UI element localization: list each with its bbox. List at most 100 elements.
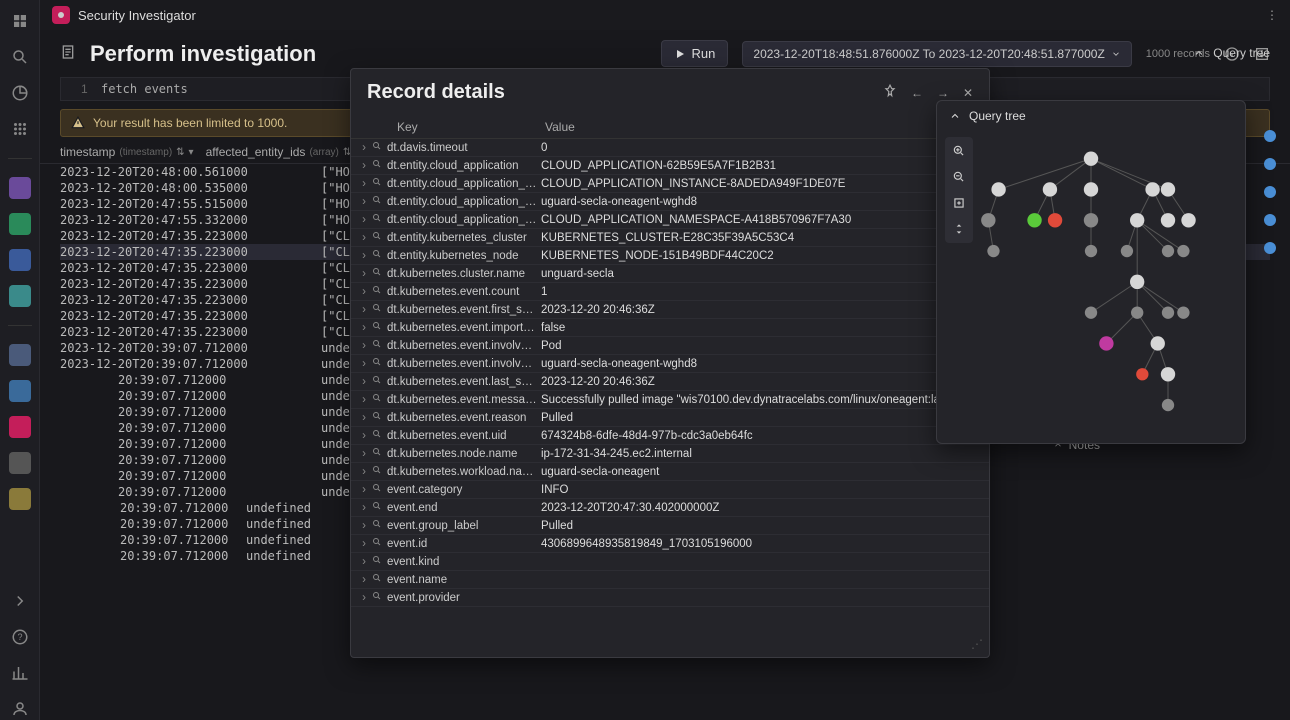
filter-icon[interactable] <box>371 302 387 317</box>
filter-icon[interactable] <box>371 428 387 443</box>
filter-icon[interactable] <box>371 248 387 263</box>
expand-row-icon[interactable]: › <box>357 592 371 604</box>
detail-row[interactable]: ›dt.kubernetes.event.involved_o...uguard… <box>351 355 989 373</box>
filter-icon[interactable] <box>371 338 387 353</box>
expand-icon[interactable] <box>9 590 31 612</box>
detail-row[interactable]: ›dt.kubernetes.event.messageSuccessfully… <box>351 391 989 409</box>
detail-row[interactable]: ›dt.entity.cloud_application_ins...CLOUD… <box>351 175 989 193</box>
query-tree-graph[interactable] <box>937 131 1245 443</box>
expand-row-icon[interactable]: › <box>357 412 371 424</box>
col-affected-entity[interactable]: affected_entity_ids (array) ⇅▾ <box>206 145 361 159</box>
filter-icon[interactable] <box>371 176 387 191</box>
user-icon[interactable] <box>9 698 31 720</box>
filter-icon[interactable] <box>371 410 387 425</box>
detail-row[interactable]: ›dt.kubernetes.cluster.nameunguard-secla <box>351 265 989 283</box>
detail-row[interactable]: ›dt.kubernetes.event.count1 <box>351 283 989 301</box>
filter-icon[interactable] <box>371 590 387 605</box>
app-shortcut-1[interactable] <box>9 177 31 199</box>
expand-row-icon[interactable]: › <box>357 448 371 460</box>
zoom-out-icon[interactable] <box>947 165 971 189</box>
detail-row[interactable]: ›event.name <box>351 571 989 589</box>
app-shortcut-4[interactable] <box>9 285 31 307</box>
detail-row[interactable]: ›dt.kubernetes.event.uid674324b8-6dfe-48… <box>351 427 989 445</box>
col-timestamp[interactable]: timestamp (timestamp) ⇅▾ <box>60 145 194 159</box>
detail-row[interactable]: ›event.end2023-12-20T20:47:30.402000000Z <box>351 499 989 517</box>
filter-icon[interactable] <box>371 212 387 227</box>
dashboard-icon[interactable] <box>9 82 31 104</box>
detail-row[interactable]: ›dt.kubernetes.event.first_seen2023-12-2… <box>351 301 989 319</box>
filter-icon[interactable] <box>371 284 387 299</box>
resize-handle-icon[interactable]: ⋰ <box>971 637 983 651</box>
prev-icon[interactable]: ← <box>911 86 923 100</box>
expand-row-icon[interactable]: › <box>357 196 371 208</box>
detail-row[interactable]: ›dt.entity.cloud_application_ins...uguar… <box>351 193 989 211</box>
expand-row-icon[interactable]: › <box>357 214 371 226</box>
expand-row-icon[interactable]: › <box>357 358 371 370</box>
expand-row-icon[interactable]: › <box>357 556 371 568</box>
close-icon[interactable]: ✕ <box>963 86 973 100</box>
run-button[interactable]: Run <box>661 40 729 67</box>
app-shortcut-3[interactable] <box>9 249 31 271</box>
detail-row[interactable]: ›dt.entity.kubernetes_nodeKUBERNETES_NOD… <box>351 247 989 265</box>
next-icon[interactable]: → <box>937 86 949 100</box>
expand-row-icon[interactable]: › <box>357 160 371 172</box>
expand-row-icon[interactable]: › <box>357 178 371 190</box>
filter-icon[interactable] <box>371 194 387 209</box>
expand-row-icon[interactable]: › <box>357 268 371 280</box>
filter-icon[interactable] <box>371 446 387 461</box>
help-icon[interactable]: ? <box>9 626 31 648</box>
more-icon[interactable]: ⋮ <box>1266 8 1278 22</box>
fit-icon[interactable] <box>947 191 971 215</box>
expand-row-icon[interactable]: › <box>357 286 371 298</box>
detail-row[interactable]: ›dt.kubernetes.event.involved_o...Pod <box>351 337 989 355</box>
filter-icon[interactable] <box>371 554 387 569</box>
filter-icon[interactable] <box>371 482 387 497</box>
filter-icon[interactable] <box>371 500 387 515</box>
filter-icon[interactable] <box>371 266 387 281</box>
expand-row-icon[interactable]: › <box>357 520 371 532</box>
expand-row-icon[interactable]: › <box>357 304 371 316</box>
filter-icon[interactable] <box>371 140 387 155</box>
expand-row-icon[interactable]: › <box>357 142 371 154</box>
detail-row[interactable]: ›dt.kubernetes.event.last_seen2023-12-20… <box>351 373 989 391</box>
expand-row-icon[interactable]: › <box>357 340 371 352</box>
zoom-in-icon[interactable] <box>947 139 971 163</box>
filter-icon[interactable] <box>371 518 387 533</box>
filter-icon[interactable] <box>371 374 387 389</box>
detail-row[interactable]: ›dt.kubernetes.event.importantfalse <box>351 319 989 337</box>
pin-icon[interactable] <box>883 84 897 101</box>
filter-icon[interactable] <box>371 230 387 245</box>
search-icon[interactable] <box>9 46 31 68</box>
detail-row[interactable]: ›event.provider <box>351 589 989 607</box>
app-shortcut-6[interactable] <box>9 380 31 402</box>
expand-row-icon[interactable]: › <box>357 538 371 550</box>
expand-row-icon[interactable]: › <box>357 430 371 442</box>
apps-icon[interactable] <box>9 118 31 140</box>
collapse-icon[interactable] <box>947 217 971 241</box>
expand-row-icon[interactable]: › <box>357 484 371 496</box>
detail-row[interactable]: ›dt.entity.kubernetes_clusterKUBERNETES_… <box>351 229 989 247</box>
expand-row-icon[interactable]: › <box>357 250 371 262</box>
app-shortcut-7[interactable] <box>9 416 31 438</box>
app-shortcut-2[interactable] <box>9 213 31 235</box>
expand-row-icon[interactable]: › <box>357 574 371 586</box>
expand-row-icon[interactable]: › <box>357 322 371 334</box>
filter-icon[interactable] <box>371 392 387 407</box>
detail-row[interactable]: ›dt.entity.cloud_applicationCLOUD_APPLIC… <box>351 157 989 175</box>
detail-row[interactable]: ›dt.entity.cloud_application_na...CLOUD_… <box>351 211 989 229</box>
detail-row[interactable]: ›event.kind <box>351 553 989 571</box>
filter-icon[interactable] <box>371 536 387 551</box>
detail-row[interactable]: ›event.group_labelPulled <box>351 517 989 535</box>
query-tree-toggle[interactable]: Query tree <box>1193 46 1270 60</box>
detail-row[interactable]: ›event.id4306899648935819849_17031051960… <box>351 535 989 553</box>
chart-icon[interactable] <box>9 662 31 684</box>
filter-icon[interactable] <box>371 320 387 335</box>
app-shortcut-5[interactable] <box>9 344 31 366</box>
filter-icon[interactable] <box>371 356 387 371</box>
app-shortcut-9[interactable] <box>9 488 31 510</box>
timerange-selector[interactable]: 2023-12-20T18:48:51.876000Z To 2023-12-2… <box>742 41 1131 67</box>
detail-row[interactable]: ›dt.kubernetes.node.nameip-172-31-34-245… <box>351 445 989 463</box>
expand-row-icon[interactable]: › <box>357 394 371 406</box>
detail-row[interactable]: ›dt.kubernetes.event.reasonPulled <box>351 409 989 427</box>
filter-icon[interactable] <box>371 158 387 173</box>
